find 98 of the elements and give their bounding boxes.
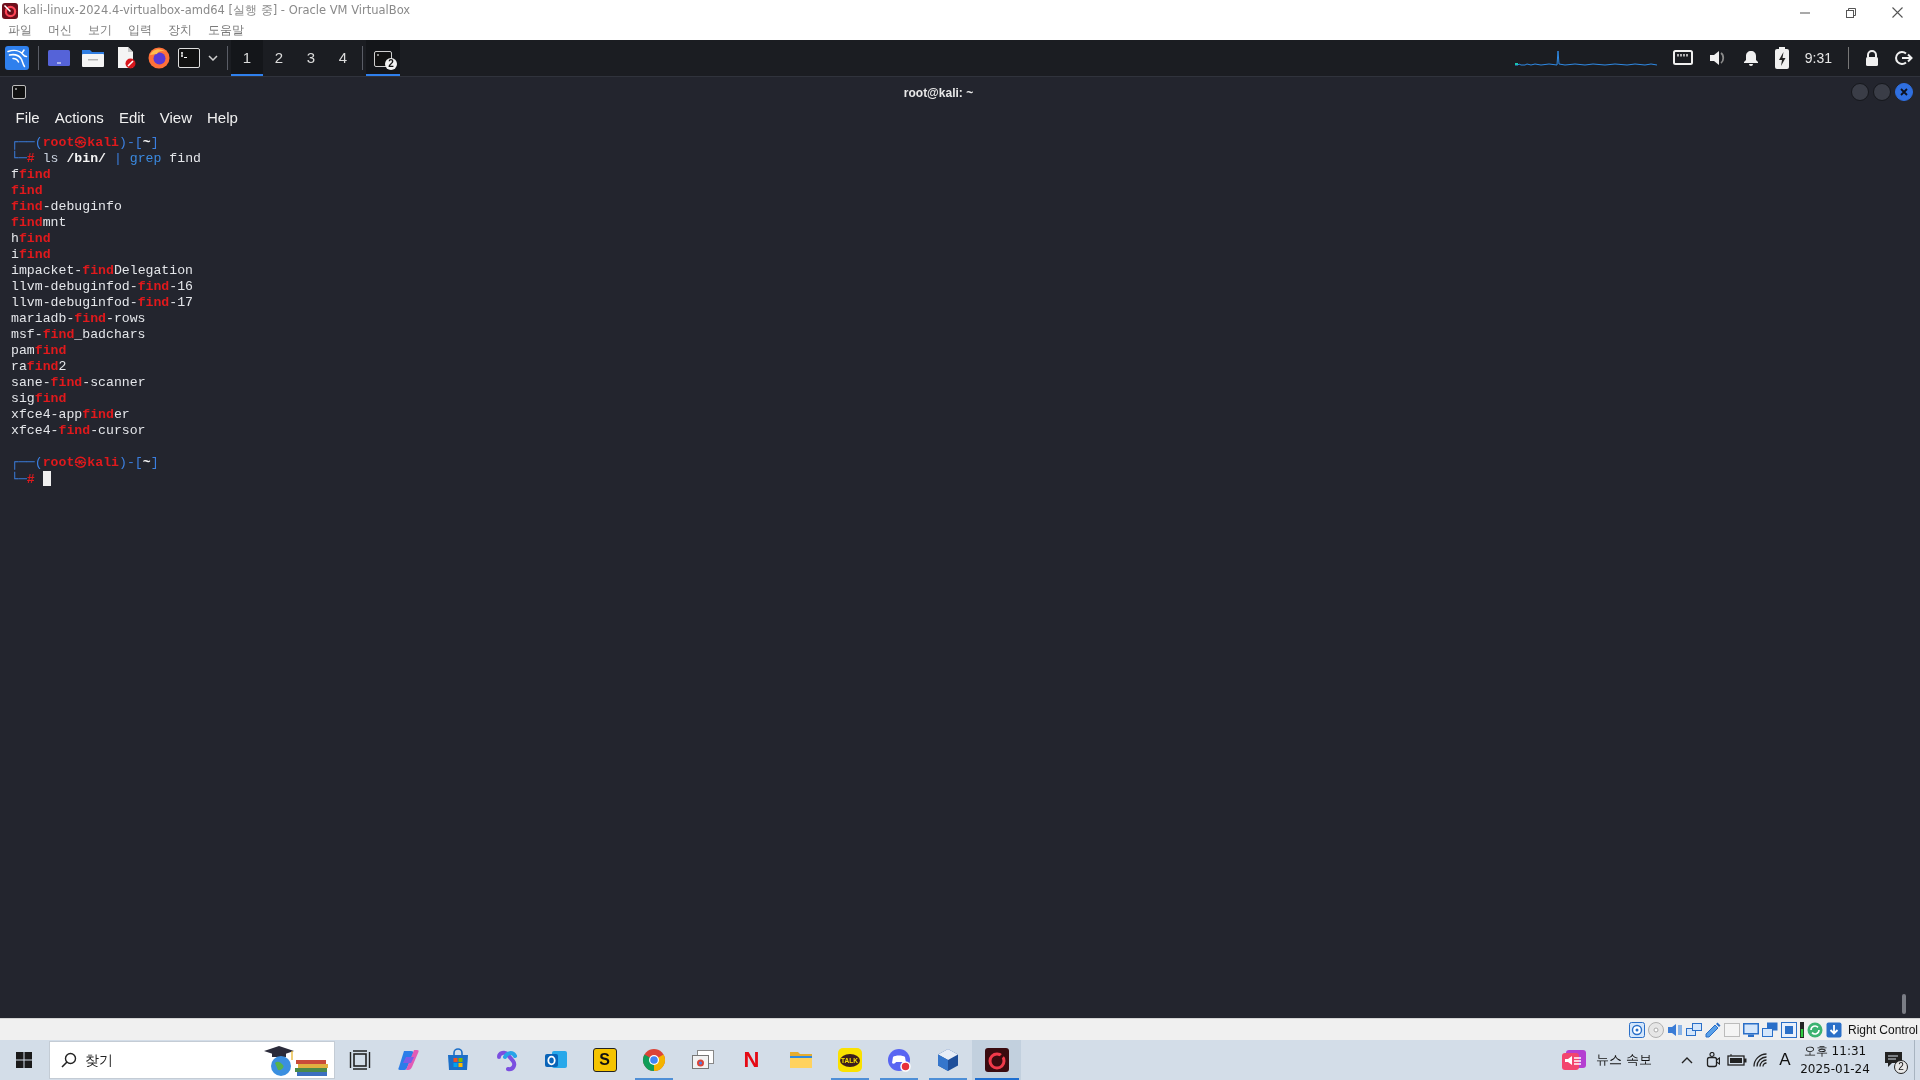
menu-item[interactable]: 입력 (120, 21, 160, 40)
menu-item[interactable]: 장치 (160, 21, 200, 40)
terminal-icon[interactable] (178, 48, 200, 68)
scrollbar-thumb[interactable] (1902, 994, 1906, 1014)
desktop-icon[interactable] (48, 47, 70, 69)
app-logo: S (592, 1048, 617, 1072)
taskbar-date[interactable]: 2025-01-24 (1796, 1060, 1874, 1078)
chevron-up-icon[interactable] (1680, 1056, 1693, 1064)
taskbar-app-button[interactable] (972, 1040, 1021, 1080)
lock-icon[interactable] (1865, 50, 1879, 66)
disk-icon[interactable] (1628, 1021, 1645, 1038)
input-method-indicator[interactable]: A (1774, 1047, 1796, 1073)
window-title: kali-linux-2024.4-virtualbox-amd64 [실행 중] - Oracle VM VirtualBox (23, 1, 411, 19)
battery-charging-icon[interactable] (1774, 47, 1789, 69)
search-icon (61, 1052, 77, 1068)
prompt-line: ┌──(root㉿kali)-[~] (11, 455, 159, 470)
network-icon[interactable] (1672, 50, 1693, 66)
output-line: findmnt (11, 215, 67, 230)
taskbar-app-button[interactable]: S (580, 1040, 629, 1080)
output-line: ffind (11, 167, 51, 182)
host-key-label: Right Control (1847, 1021, 1918, 1039)
output-line: xfce4-find-cursor (11, 423, 146, 438)
audio-icon[interactable] (1666, 1021, 1683, 1038)
document-edit-icon[interactable] (116, 47, 136, 69)
workspace-tab[interactable]: 4 (327, 40, 359, 76)
output-line: find-debuginfo (11, 199, 122, 214)
command-line: └─# ls /bin/ | grep find (11, 151, 201, 166)
output-line: hfind (11, 231, 51, 246)
controller-icon (886, 1048, 911, 1072)
output-line: sane-find-scanner (11, 375, 146, 390)
output-line: mariadb-find-rows (11, 311, 146, 326)
menu-item[interactable]: File (8, 106, 48, 130)
restore-icon (1846, 7, 1856, 18)
close-icon (1891, 7, 1903, 19)
chip-icon[interactable] (1780, 1021, 1797, 1038)
activity-meter-icon[interactable] (1799, 1021, 1804, 1038)
cube-icon (935, 1048, 960, 1072)
bell-icon[interactable] (1742, 50, 1759, 66)
output-line: pamfind (11, 343, 67, 358)
menu-item[interactable]: View (152, 106, 200, 130)
shopping-bag-icon (445, 1048, 470, 1072)
pen-icon[interactable] (1704, 1021, 1721, 1038)
caret-icon[interactable] (208, 55, 218, 61)
workspace-tab[interactable]: 2 (263, 40, 295, 76)
output-line: find (11, 183, 43, 198)
workspace-tab[interactable]: 1 (231, 40, 263, 76)
browser-icon[interactable] (148, 47, 170, 69)
monitor-icon[interactable] (1742, 1021, 1759, 1038)
output-line: ifind (11, 247, 51, 262)
menu-item[interactable]: Actions (47, 106, 112, 130)
search-box[interactable]: 찾기 (49, 1041, 335, 1079)
close-icon (1900, 87, 1908, 96)
command-line: └─# (11, 472, 35, 487)
overlapping-windows-icon[interactable] (1761, 1021, 1778, 1038)
menu-item[interactable]: Edit (111, 106, 153, 130)
notification-button[interactable]: 2 (1874, 1040, 1914, 1080)
output-line: impacket-findDelegation (11, 263, 194, 278)
ring-logo-icon (984, 1048, 1009, 1072)
window-title: root@kali: ~ (903, 85, 974, 100)
app-logo: N (742, 1048, 761, 1072)
close-button[interactable] (1895, 82, 1913, 101)
battery-icon[interactable] (1726, 1054, 1747, 1066)
output-line: rafind2 (11, 359, 67, 374)
windows-logo-icon (16, 1052, 32, 1068)
ribbon-logo-icon (396, 1048, 421, 1072)
news-button[interactable]: 뉴스 속보 (1553, 1040, 1660, 1080)
taskbar-time[interactable]: 오후 11:31 (1796, 1042, 1874, 1060)
folder-icon[interactable] (82, 47, 104, 69)
count-badge: 2 (1894, 1060, 1908, 1074)
menu-item[interactable]: 파일 (0, 21, 40, 40)
news-icon (1561, 1049, 1586, 1071)
curves-logo-icon[interactable] (5, 46, 29, 70)
task-view-icon (348, 1050, 371, 1070)
prompt-line: ┌──(root㉿kali)-[~] (11, 135, 159, 150)
output-line: xfce4-appfinder (11, 407, 130, 422)
terminal-icon (12, 84, 26, 99)
count-badge: 2 (385, 58, 397, 70)
minimize-icon (1800, 11, 1810, 14)
menu-item[interactable]: Help (199, 106, 246, 130)
output-line: llvm-debuginfod-find-16 (11, 279, 194, 294)
picture-frames-icon (690, 1048, 715, 1072)
output-line: sigfind (11, 391, 67, 406)
terminal-icon (374, 50, 392, 67)
loop-logo-icon (494, 1048, 519, 1072)
menu-item[interactable]: 도움말 (200, 21, 252, 40)
panel-clock[interactable]: 9:31 (1804, 47, 1832, 69)
logout-icon[interactable] (1895, 50, 1913, 66)
speaker-icon[interactable] (1708, 50, 1727, 66)
network-screens-icon[interactable] (1685, 1021, 1702, 1038)
menu-item[interactable]: 머신 (40, 21, 80, 40)
workspace-tab[interactable]: 3 (295, 40, 327, 76)
output-line: llvm-debuginfod-find-17 (11, 295, 194, 310)
browser-icon (641, 1048, 666, 1072)
search-field[interactable]: 찾기 (85, 1049, 260, 1071)
output-line: msf-find_badchars (11, 327, 146, 342)
speech-bubble-icon (1884, 1050, 1904, 1070)
menu-item[interactable]: 보기 (80, 21, 120, 40)
window-task-button[interactable]: 2 (366, 40, 400, 76)
